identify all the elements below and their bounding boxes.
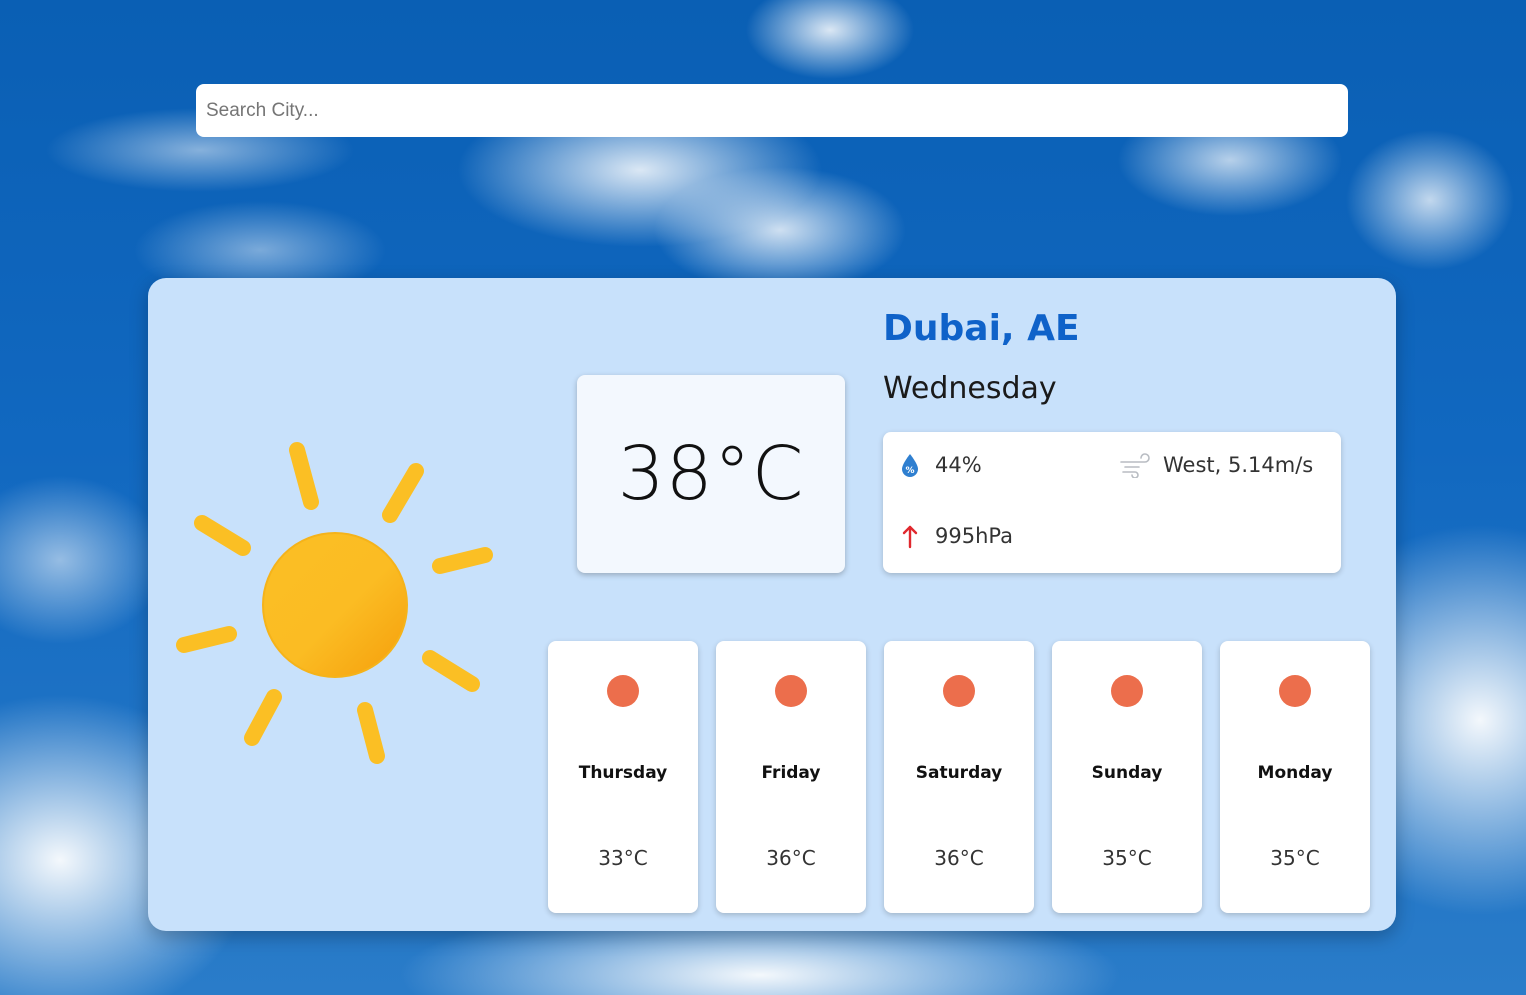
weather-details: % 44% West, 5.14m/s 995hPa [883, 432, 1341, 573]
weather-app: 38°C Dubai, AE Wednesday % 44% [0, 0, 1526, 995]
forecast-day: Monday [1257, 763, 1333, 783]
forecast-day: Thursday [578, 763, 668, 783]
forecast-card: Friday 36°C [716, 641, 866, 913]
humidity-detail: % 44% [897, 452, 982, 478]
svg-text:%: % [905, 466, 914, 476]
sun-dot-icon [1279, 675, 1311, 707]
wind-value: West, 5.14m/s [1163, 453, 1314, 477]
forecast-temp: 35°C [1102, 846, 1152, 870]
forecast-temp: 36°C [934, 846, 984, 870]
pressure-value: 995hPa [935, 524, 1013, 548]
current-temperature-box: 38°C [577, 375, 845, 573]
forecast-day: Friday [761, 763, 821, 783]
forecast-card: Sunday 35°C [1052, 641, 1202, 913]
city-name: Dubai, AE [883, 308, 1080, 349]
forecast-day: Sunday [1091, 763, 1163, 783]
search-input[interactable] [196, 84, 1348, 137]
forecast-card: Thursday 33°C [548, 641, 698, 913]
wind-detail: West, 5.14m/s [1119, 452, 1313, 478]
humidity-drop-icon: % [902, 454, 918, 477]
forecast-card: Monday 35°C [1220, 641, 1370, 913]
forecast-temp: 36°C [766, 846, 816, 870]
forecast-temp: 35°C [1270, 846, 1320, 870]
wind-icon [1120, 453, 1150, 478]
sun-dot-icon [607, 675, 639, 707]
sun-dot-icon [943, 675, 975, 707]
pressure-arrow-up-icon [902, 525, 918, 549]
forecast-day: Saturday [915, 763, 1003, 783]
sun-dot-icon [775, 675, 807, 707]
search-bar [196, 84, 1348, 137]
pressure-detail: 995hPa [897, 523, 1013, 549]
weather-card: 38°C Dubai, AE Wednesday % 44% West, 5.1… [148, 278, 1396, 931]
sun-icon [176, 442, 493, 764]
forecast-temp: 33°C [598, 846, 648, 870]
current-day: Wednesday [883, 371, 1057, 406]
humidity-value: 44% [935, 453, 982, 477]
current-temperature: 38°C [617, 431, 805, 517]
forecast-card: Saturday 36°C [884, 641, 1034, 913]
sun-dot-icon [1111, 675, 1143, 707]
